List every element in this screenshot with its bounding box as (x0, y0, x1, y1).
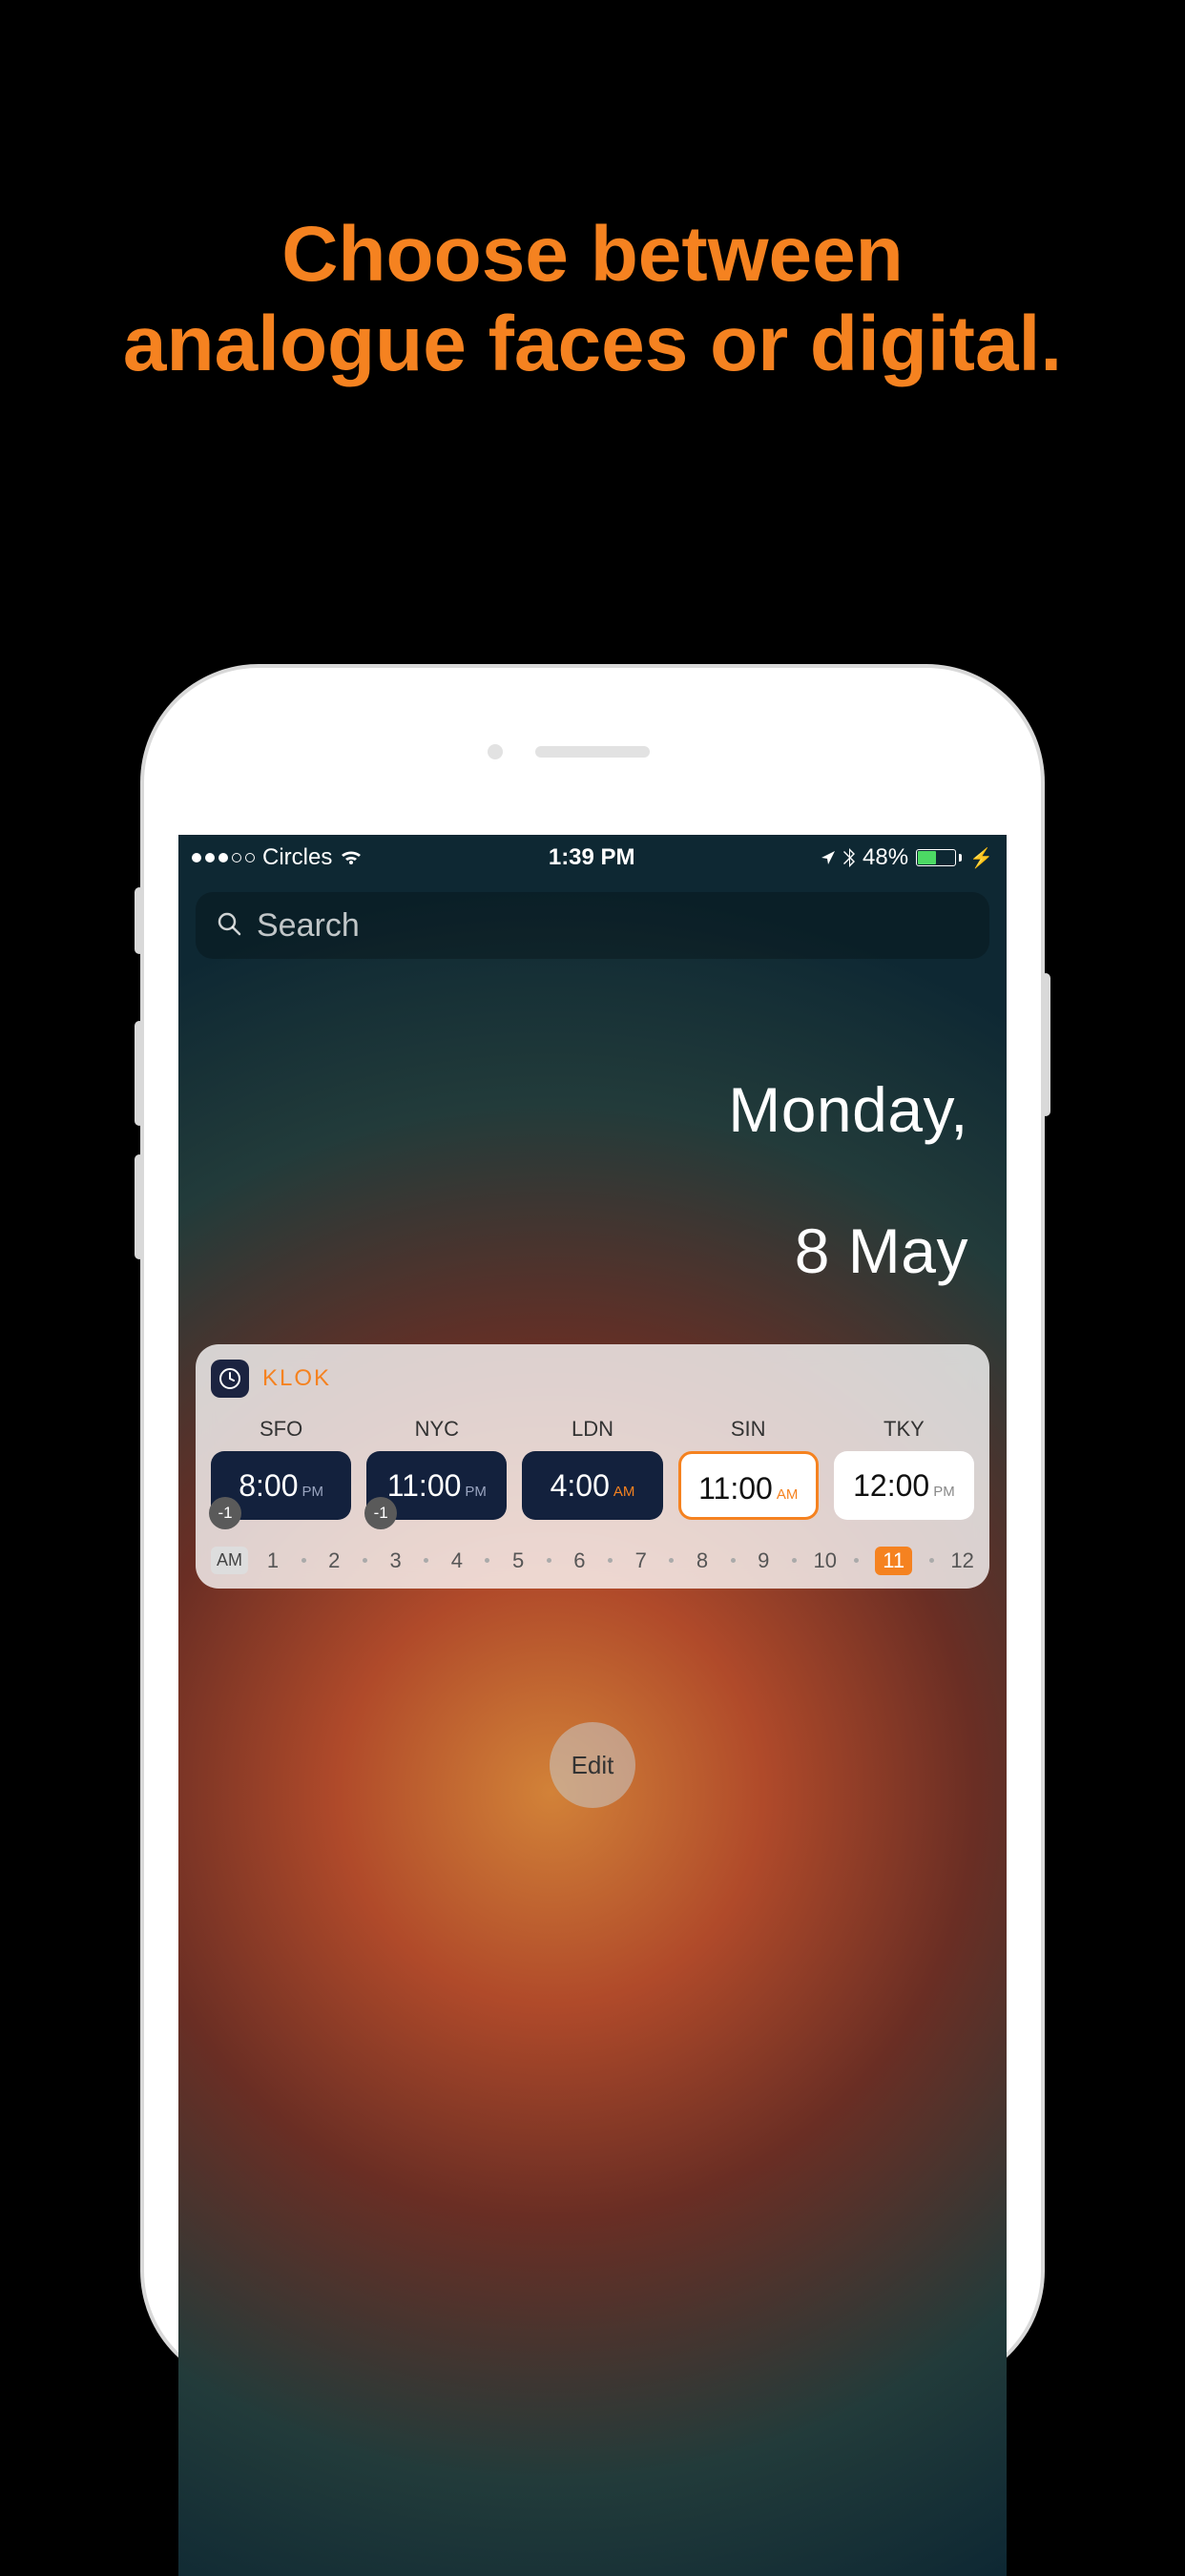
carrier-label: Circles (262, 844, 332, 871)
search-icon (217, 911, 241, 941)
ruler-hour[interactable]: 12 (950, 1548, 973, 1573)
clock-sfo[interactable]: SFO8:00PM-1 (211, 1417, 351, 1520)
phone-screen: Circles 1:39 PM 48% ⚡ (178, 835, 1007, 2576)
ruler-tick (301, 1558, 306, 1563)
ruler-tick (608, 1558, 613, 1563)
ruler-tick (731, 1558, 736, 1563)
ruler-tick (547, 1558, 551, 1563)
wifi-icon (340, 849, 363, 866)
mute-switch (135, 887, 144, 954)
clock-ldn[interactable]: LDN 4:00AM (522, 1417, 662, 1520)
hour-ruler[interactable]: AM 123456789101112 (211, 1547, 974, 1575)
ruler-tick (792, 1558, 797, 1563)
timezone-label: NYC (415, 1417, 459, 1442)
edit-button[interactable]: Edit (550, 1722, 635, 1808)
ruler-hour[interactable]: 11 (875, 1547, 912, 1575)
clock-nyc[interactable]: NYC11:00PM-1 (366, 1417, 507, 1520)
ruler-hour[interactable]: 4 (446, 1548, 468, 1573)
ruler-tick (424, 1558, 428, 1563)
power-button (1041, 973, 1050, 1116)
charging-icon: ⚡ (969, 846, 993, 870)
ruler-hour[interactable]: 2 (322, 1548, 345, 1573)
clock-sin[interactable]: SIN 11:00AM (678, 1417, 819, 1520)
battery-icon (916, 849, 962, 866)
timezone-label: SFO (260, 1417, 302, 1442)
ruler-tick (669, 1558, 674, 1563)
volume-up-button (135, 1021, 144, 1126)
klok-app-icon (211, 1360, 249, 1398)
ruler-hour[interactable]: 10 (814, 1548, 837, 1573)
promo-headline: Choose between analogue faces or digital… (0, 210, 1185, 390)
battery-percent: 48% (863, 844, 908, 871)
clock-tky[interactable]: TKY 12:00PM (834, 1417, 974, 1520)
widget-title: KLOK (262, 1365, 331, 1392)
ruler-tick (363, 1558, 367, 1563)
signal-dots-icon (192, 853, 255, 862)
ruler-hour[interactable]: 9 (752, 1548, 775, 1573)
ruler-tick (929, 1558, 934, 1563)
time-box: 4:00AM (522, 1451, 662, 1520)
phone-frame: Circles 1:39 PM 48% ⚡ (144, 668, 1041, 2385)
status-bar: Circles 1:39 PM 48% ⚡ (178, 835, 1007, 881)
volume-down-button (135, 1154, 144, 1259)
ruler-hour[interactable]: 8 (691, 1548, 714, 1573)
ruler-hour[interactable]: 6 (568, 1548, 591, 1573)
time-box: 12:00PM (834, 1451, 974, 1520)
day-offset-badge: -1 (209, 1497, 241, 1529)
ruler-hour[interactable]: 3 (385, 1548, 407, 1573)
timezone-label: LDN (572, 1417, 613, 1442)
day-offset-badge: -1 (364, 1497, 397, 1529)
ruler-hour[interactable]: 5 (507, 1548, 530, 1573)
ruler-hour[interactable]: 1 (261, 1548, 284, 1573)
search-placeholder: Search (257, 907, 360, 945)
klok-widget[interactable]: KLOK SFO8:00PM-1NYC11:00PM-1LDN4:00AMSIN… (196, 1344, 989, 1589)
clock-row: SFO8:00PM-1NYC11:00PM-1 LDN 4:00AM SIN 11:00… (211, 1417, 974, 1520)
time-box: 11:00AM (678, 1451, 819, 1520)
search-input[interactable]: Search (196, 892, 989, 959)
ampm-toggle[interactable]: AM (211, 1547, 248, 1574)
ruler-tick (854, 1558, 859, 1563)
ruler-hour[interactable]: 7 (630, 1548, 653, 1573)
bluetooth-icon (843, 848, 855, 867)
timezone-label: SIN (731, 1417, 766, 1442)
status-time: 1:39 PM (549, 844, 635, 871)
location-icon (821, 850, 836, 865)
date-heading: Monday, 8 May (178, 1005, 968, 1287)
ruler-tick (485, 1558, 489, 1563)
timezone-label: TKY (884, 1417, 925, 1442)
